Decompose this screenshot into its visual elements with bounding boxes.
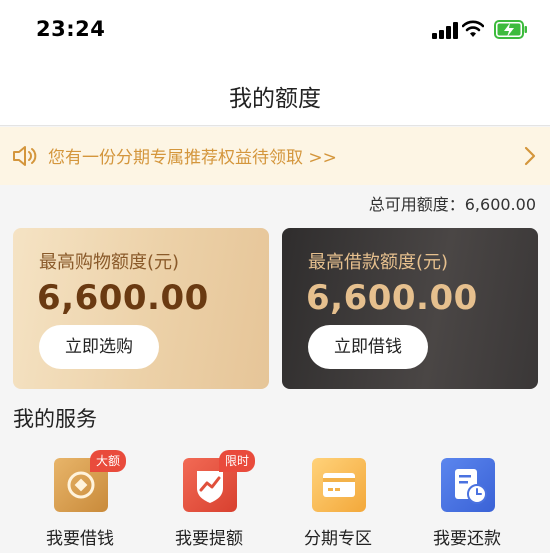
service-installment-zone[interactable]: 分期专区 — [288, 458, 388, 553]
wifi-icon — [462, 20, 484, 37]
nav-bar: 我的额度 — [0, 62, 550, 126]
status-bar: 23:24 — [0, 0, 550, 62]
service-borrow-label: 我要借钱 — [46, 529, 114, 549]
borrow-now-button[interactable]: 立即借钱 — [308, 325, 428, 369]
speaker-icon — [13, 146, 37, 166]
card-icon — [312, 458, 366, 512]
total-quota-value: 6,600.00 — [464, 195, 536, 214]
total-quota-label: 总可用额度： — [368, 195, 465, 214]
service-borrow[interactable]: 大额 我要借钱 — [30, 450, 130, 553]
promo-banner[interactable]: 您有一份分期专属推荐权益待领取 >> — [0, 127, 550, 185]
service-installment-label: 分期专区 — [304, 529, 372, 549]
battery-charging-icon — [494, 20, 527, 39]
service-repay-label: 我要还款 — [433, 529, 501, 549]
status-time: 23:24 — [36, 17, 106, 41]
shopping-quota-amount: 6,600.00 — [37, 278, 209, 318]
total-quota: 总可用额度：6,600.00 — [369, 191, 536, 215]
shop-now-button[interactable]: 立即选购 — [39, 325, 159, 369]
loan-quota-card: 最高借款额度(元) 6,600.00 立即借钱 — [282, 228, 538, 389]
chevron-right-icon — [524, 146, 536, 166]
service-repay[interactable]: 我要还款 — [417, 458, 517, 553]
services-title: 我的服务 — [13, 407, 97, 431]
page-title: 我的额度 — [229, 86, 321, 112]
shopping-quota-label: 最高购物额度(元) — [39, 252, 180, 273]
loan-quota-amount: 6,600.00 — [306, 278, 478, 318]
shopping-quota-card: 最高购物额度(元) 6,600.00 立即选购 — [13, 228, 269, 389]
service-raise-quota-label: 我要提额 — [175, 529, 243, 549]
signal-icon — [432, 22, 458, 39]
badge-limited-time: 限时 — [219, 450, 256, 472]
service-raise-quota[interactable]: 限时 我要提额 — [159, 450, 259, 553]
bill-clock-icon — [441, 458, 495, 512]
badge-large-amount: 大额 — [90, 450, 127, 472]
promo-text: 您有一份分期专属推荐权益待领取 >> — [48, 148, 337, 168]
loan-quota-label: 最高借款额度(元) — [308, 252, 449, 273]
